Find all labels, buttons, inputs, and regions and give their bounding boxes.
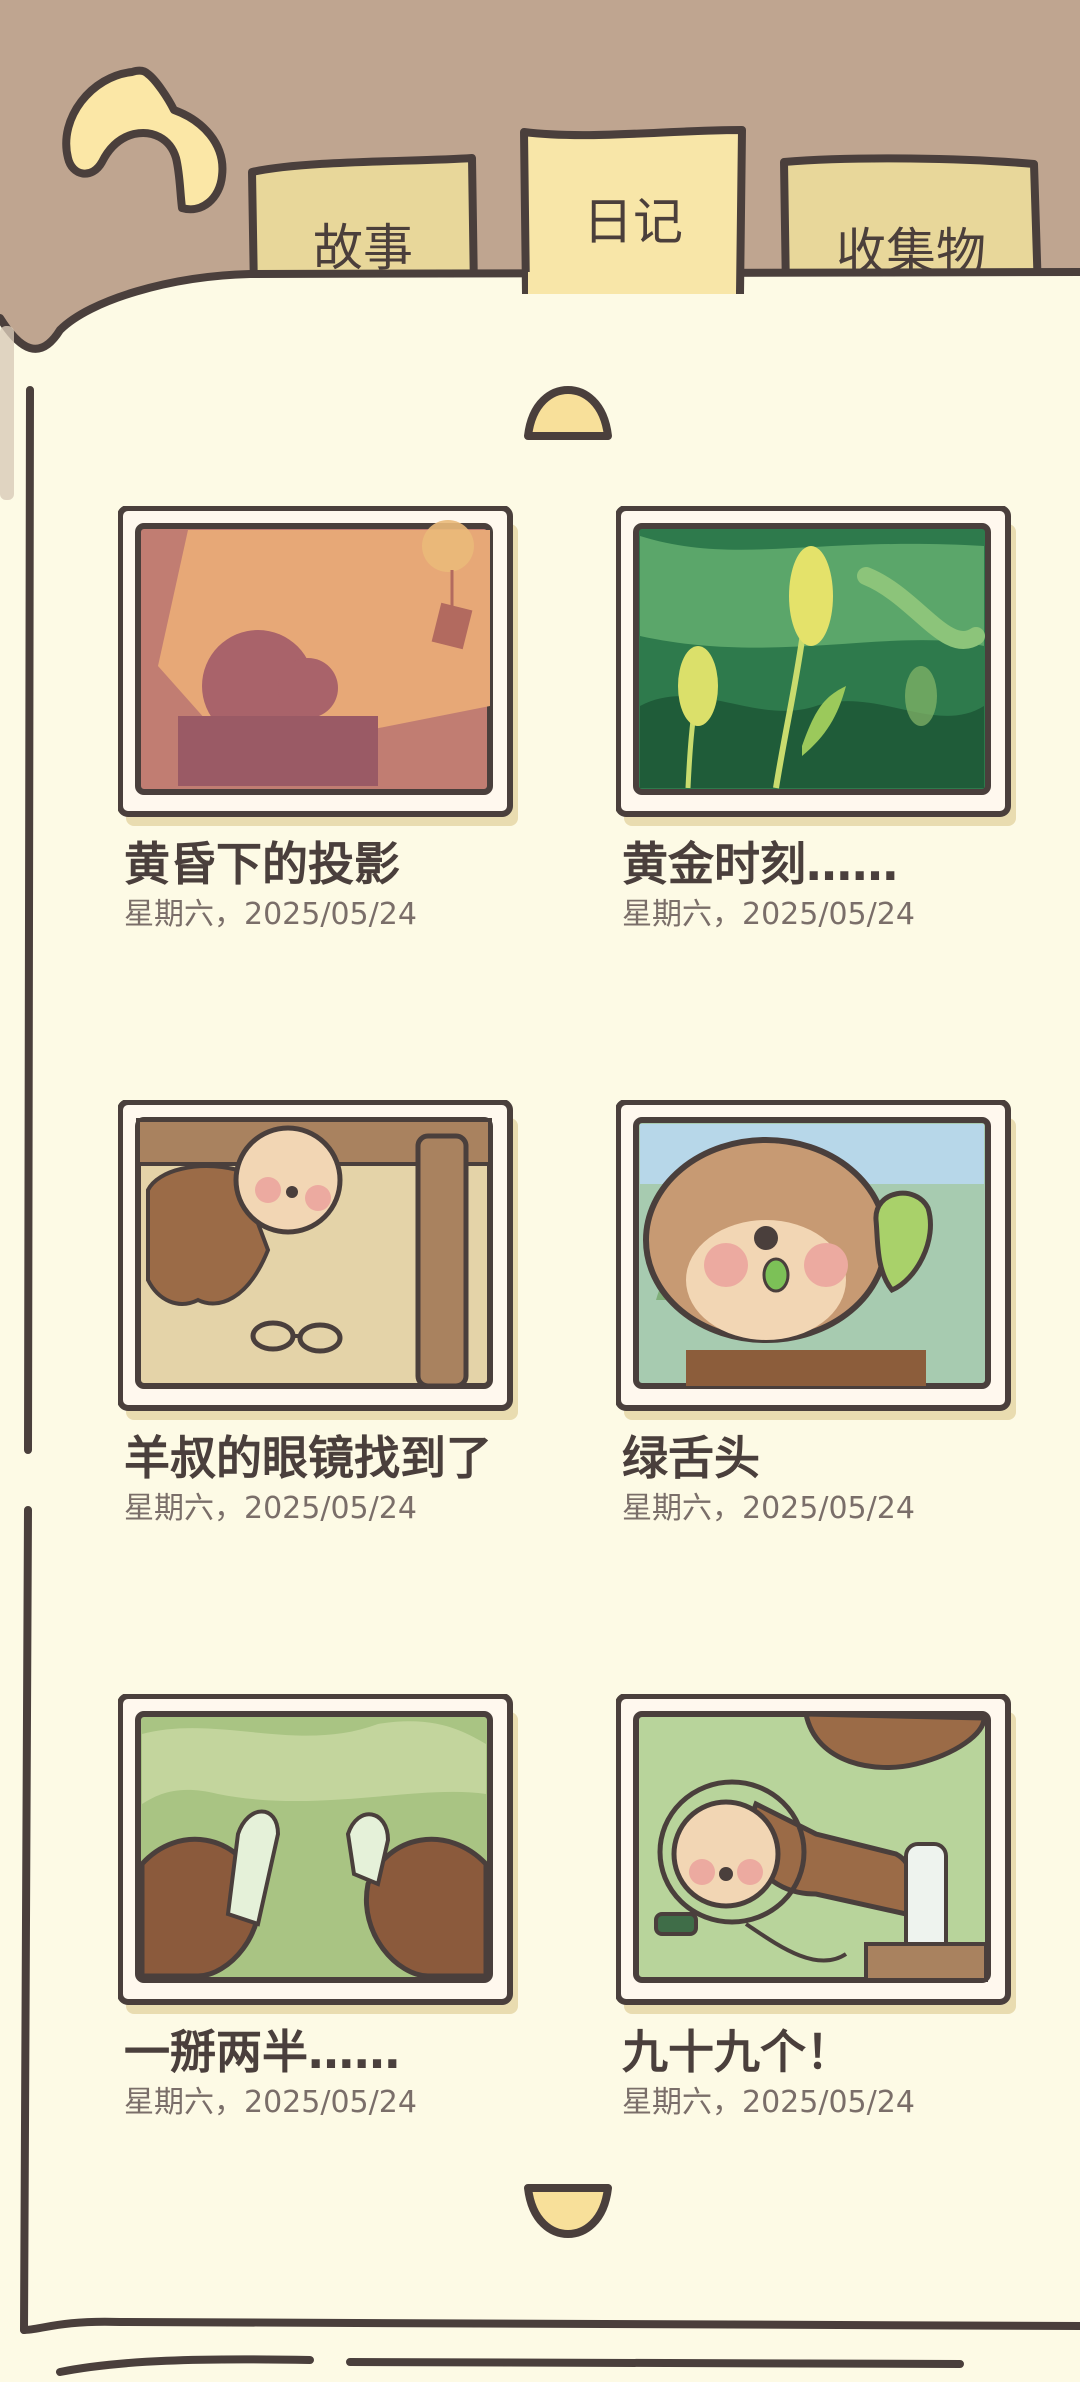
diary-entry-picture — [118, 1694, 518, 2014]
diary-entry-card[interactable]: 绿舌头 星期六，2025/05/24 — [616, 1100, 1026, 1526]
diary-entry-card[interactable]: 羊叔的眼镜找到了 星期六，2025/05/24 — [118, 1100, 528, 1526]
diary-entry-title: 九十九个！ — [622, 2025, 852, 2079]
diary-entry-grid: 黄昏下的投影 星期六，2025/05/24 黄金时刻…… 星期六，2025/05… — [0, 0, 1080, 2382]
diary-entry-date: 星期六，2025/05/24 — [124, 2085, 417, 2120]
diary-entry-date: 星期六，2025/05/24 — [622, 2085, 915, 2120]
diary-entry-title: 一掰两半…… — [124, 2025, 400, 2079]
diary-entry-date: 星期六，2025/05/24 — [622, 897, 915, 932]
diary-entry-picture — [616, 506, 1016, 826]
diary-entry-card[interactable]: 黄昏下的投影 星期六，2025/05/24 — [118, 506, 528, 932]
diary-entry-picture — [118, 1100, 518, 1420]
diary-entry-date: 星期六，2025/05/24 — [124, 897, 417, 932]
diary-entry-date: 星期六，2025/05/24 — [124, 1491, 417, 1526]
diary-entry-card[interactable]: 一掰两半…… 星期六，2025/05/24 — [118, 1694, 528, 2120]
diary-entry-picture — [616, 1694, 1016, 2014]
diary-entry-title: 黄昏下的投影 — [124, 837, 400, 891]
diary-entry-picture — [118, 506, 518, 826]
diary-entry-card[interactable]: 黄金时刻…… 星期六，2025/05/24 — [616, 506, 1026, 932]
diary-entry-title: 羊叔的眼镜找到了 — [124, 1431, 492, 1485]
diary-entry-title: 黄金时刻…… — [622, 837, 898, 891]
diary-entry-card[interactable]: 九十九个！ 星期六，2025/05/24 — [616, 1694, 1026, 2120]
diary-entry-title: 绿舌头 — [622, 1431, 760, 1485]
diary-entry-date: 星期六，2025/05/24 — [622, 1491, 915, 1526]
diary-entry-picture — [616, 1100, 1016, 1420]
